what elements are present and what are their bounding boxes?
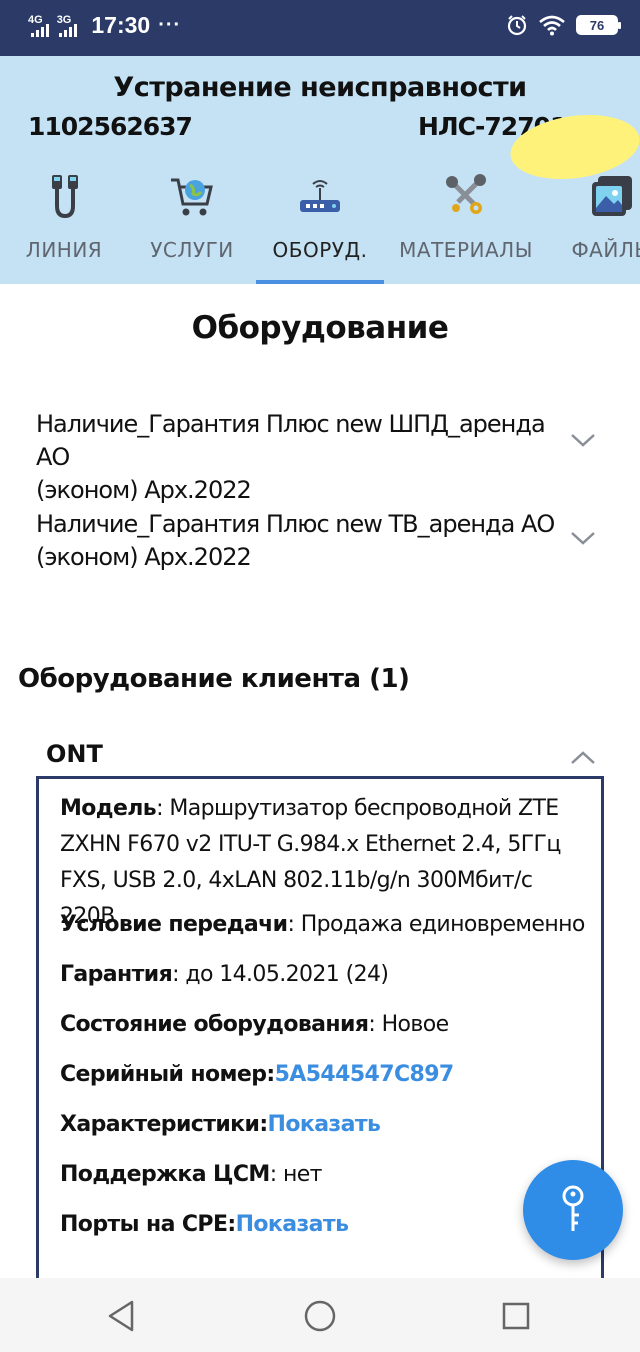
serial-number-link[interactable]: 5A544547C897 (275, 1062, 455, 1087)
csm-field: Поддержка ЦСМ: нет (60, 1162, 323, 1187)
tab-services-label: УСЛУГИ (150, 238, 234, 262)
battery-level: 76 (589, 17, 605, 33)
specs-show-link[interactable]: Показать (268, 1112, 381, 1137)
accordion-item-1-line1: Наличие_Гарантия Плюс new ШПД_аренда АО (36, 410, 546, 471)
tab-line[interactable]: ЛИНИЯ (0, 164, 128, 284)
device-name[interactable]: ONT (46, 740, 103, 768)
wifi-icon (539, 15, 565, 36)
more-notifications-icon: ··· (158, 14, 182, 36)
section-title: Оборудование (191, 310, 449, 346)
model-value-line1: Маршрутизатор беспроводной ZTE (169, 796, 559, 821)
device-card: Модель: Маршрутизатор беспроводной ZTE Z… (36, 776, 604, 1278)
key-fab-button[interactable] (523, 1160, 623, 1260)
tab-equipment-label: ОБОРУД. (272, 238, 368, 262)
key-icon (562, 1185, 584, 1231)
cable-icon (52, 175, 78, 219)
tab-materials[interactable]: МАТЕРИАЛЫ (384, 164, 548, 284)
chevron-up-icon[interactable] (570, 750, 596, 766)
chevron-down-icon[interactable] (570, 530, 596, 546)
tab-files[interactable]: ФАЙЛЫ (548, 164, 640, 284)
csm-label: Поддержка ЦСМ (60, 1162, 270, 1187)
app-header: Устранение неисправности 1102562637 НЛС-… (0, 56, 640, 284)
ticket-number: 1102562637 (28, 112, 193, 141)
tab-bar: ЛИНИЯ УСЛУГИ ОБОРУД. МАТЕРИАЛЫ ФАЙЛ (0, 164, 640, 284)
condition-field: Состояние оборудования: Новое (60, 1012, 450, 1037)
battery-icon: 76 (576, 15, 621, 35)
accordion-item-2-line2: (эконом) Арх.2022 (36, 543, 252, 571)
alarm-icon (507, 15, 527, 36)
home-icon[interactable] (302, 1298, 338, 1334)
ports-show-link[interactable]: Показать (236, 1212, 349, 1237)
ports-field: Порты на CPE:Показать (60, 1207, 590, 1243)
accordion-item-2[interactable]: Наличие_Гарантия Плюс new ТВ_аренда АО (… (36, 508, 556, 574)
model-value-line2: ZXHN F670 v2 ITU-T G.984.x Ethernet 2.4,… (60, 832, 561, 857)
router-icon (300, 180, 340, 212)
warranty-value: до 14.05.2021 (24) (185, 962, 389, 987)
model-label: Модель (60, 796, 157, 821)
status-bar: 4G 3G 17:30 ··· 76 (0, 0, 640, 56)
clock: 17:30 (91, 12, 151, 38)
images-icon (592, 176, 632, 216)
tab-equipment[interactable]: ОБОРУД. (256, 164, 384, 284)
condition-value: Новое (381, 1012, 450, 1037)
cart-globe-icon (171, 178, 213, 216)
chevron-down-icon[interactable] (570, 432, 596, 448)
warranty-field: Гарантия: до 14.05.2021 (24) (60, 962, 389, 987)
back-icon[interactable] (104, 1298, 140, 1334)
recents-icon[interactable] (498, 1298, 534, 1334)
warranty-label: Гарантия (60, 962, 173, 987)
serial-field: Серийный номер:5A544547C897 (60, 1057, 590, 1093)
ports-label: Порты на CPE: (60, 1212, 236, 1237)
system-nav-bar (0, 1278, 640, 1352)
specs-label: Характеристики: (60, 1112, 268, 1137)
accordion-item-2-line1: Наличие_Гарантия Плюс new ТВ_аренда АО (36, 510, 555, 538)
bolts-icon (446, 174, 486, 214)
csm-value: нет (282, 1162, 323, 1187)
page-title: Устранение неисправности (113, 72, 527, 103)
transfer-value: Продажа единовременно (300, 912, 586, 937)
condition-label: Состояние оборудования (60, 1012, 369, 1037)
tab-services[interactable]: УСЛУГИ (128, 164, 256, 284)
main-content[interactable]: Оборудование Наличие_Гарантия Плюс new Ш… (0, 284, 640, 1278)
tab-materials-label: МАТЕРИАЛЫ (399, 238, 533, 262)
accordion-item-1-line2: (эконом) Арх.2022 (36, 476, 252, 504)
transfer-label: Условие передачи (60, 912, 288, 937)
signal-4g-icon: 4G (28, 14, 49, 37)
client-equipment-title: Оборудование клиента (1) (18, 664, 410, 694)
specs-field: Характеристики:Показать (60, 1107, 590, 1143)
tab-line-label: ЛИНИЯ (25, 238, 103, 262)
tab-files-label: ФАЙЛЫ (571, 238, 640, 262)
accordion-item-1[interactable]: Наличие_Гарантия Плюс new ШПД_аренда АО … (36, 408, 556, 507)
serial-label: Серийный номер: (60, 1062, 275, 1087)
transfer-field: Условие передачи: Продажа единовременно (60, 912, 586, 937)
signal-3g-icon: 3G (57, 14, 78, 37)
